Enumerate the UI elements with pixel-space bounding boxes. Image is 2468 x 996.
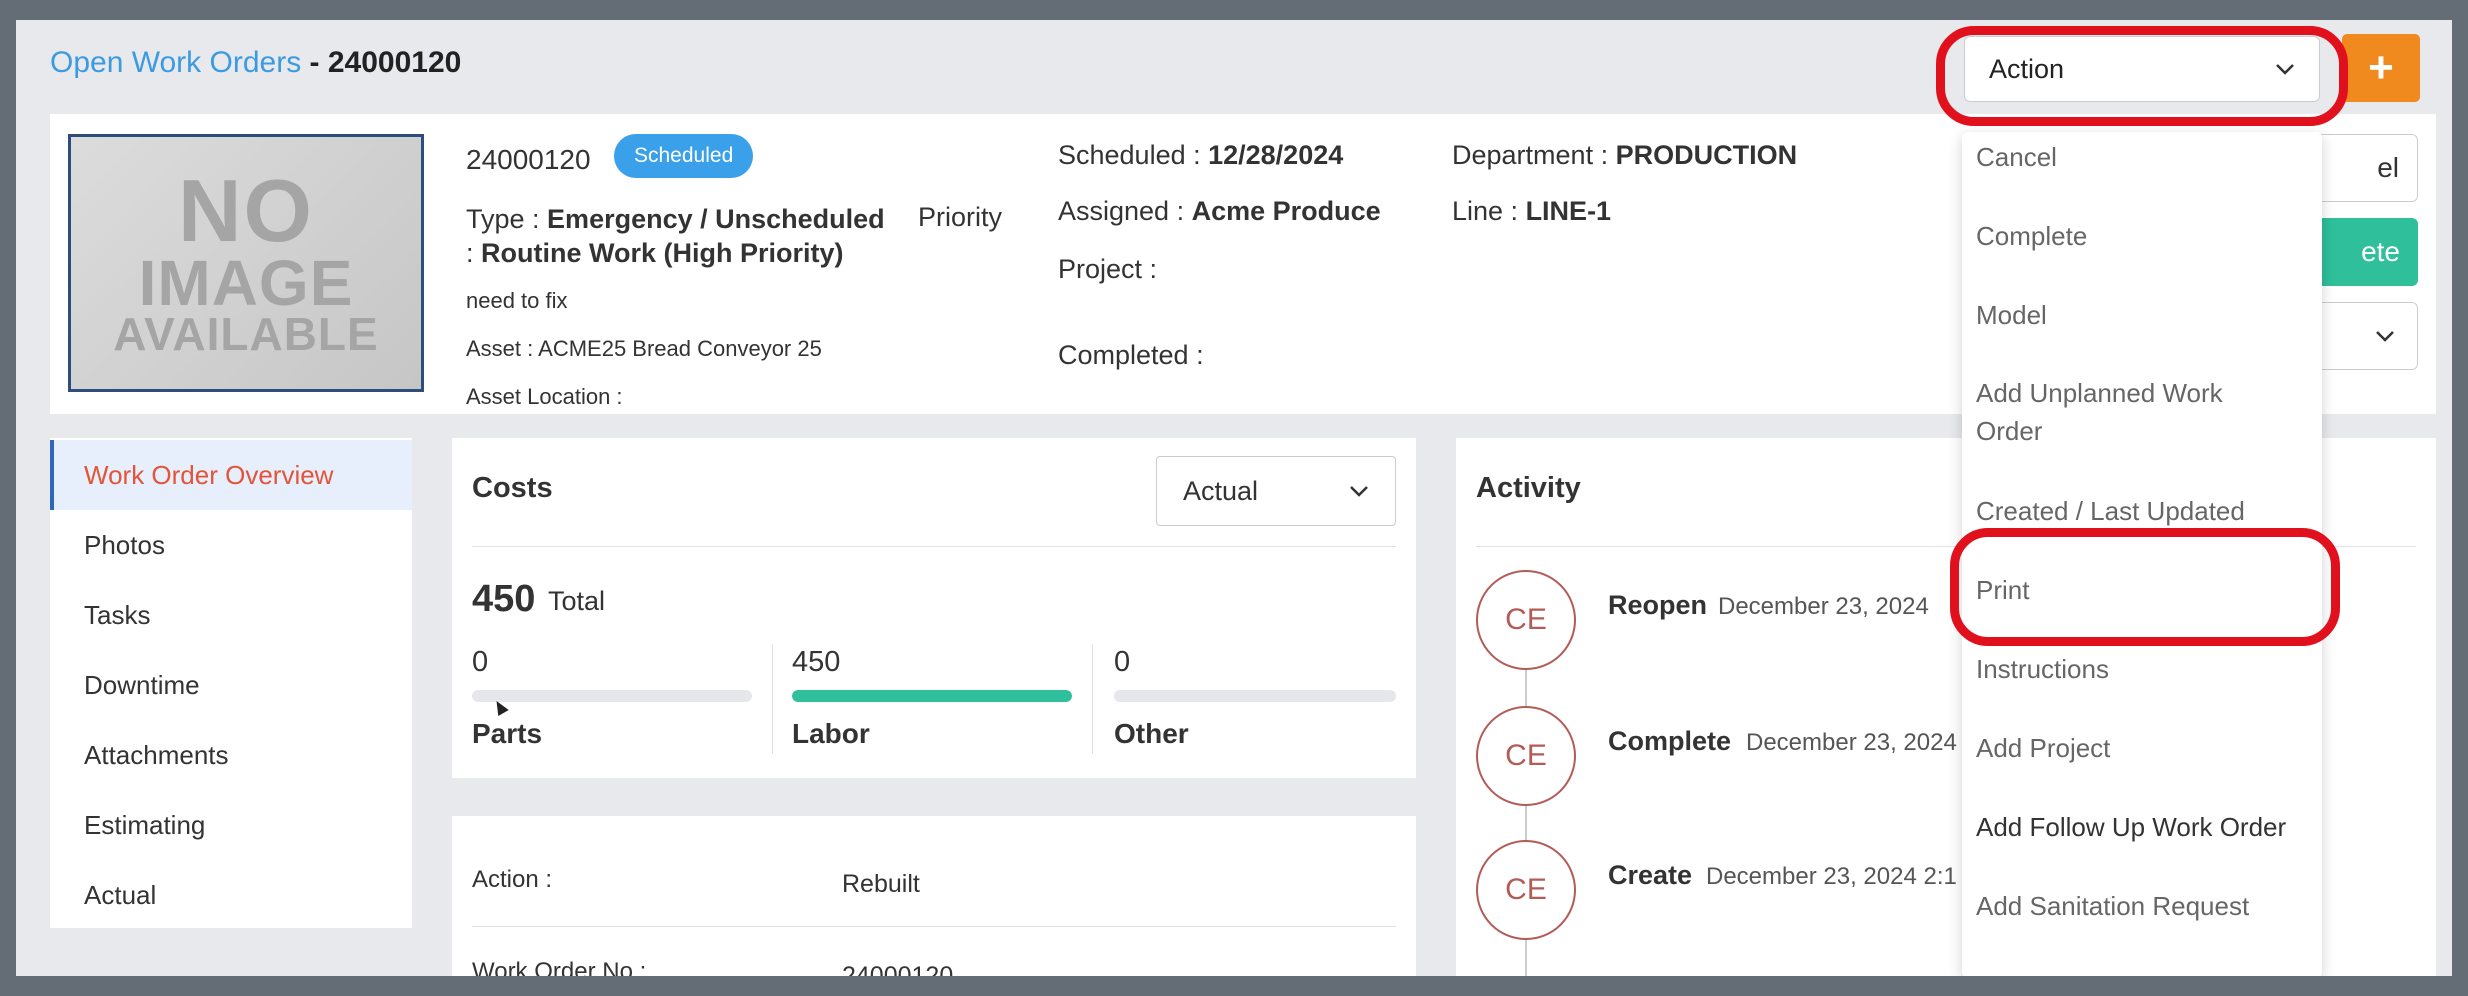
avatar: CE: [1476, 840, 1576, 940]
labor-cost-label: Labor: [792, 718, 870, 749]
department-label: Department :: [1452, 140, 1616, 170]
work-order-type: Type : Emergency / Unscheduled : Routine…: [466, 202, 906, 270]
menu-item-complete[interactable]: Complete: [1976, 217, 2087, 255]
status-badge: Scheduled: [614, 134, 754, 178]
assigned-label: Assigned :: [1058, 196, 1192, 226]
activity-action: Create: [1608, 860, 1693, 890]
priority-label: Priority: [918, 202, 1003, 232]
sidebar-item-tasks[interactable]: Tasks: [50, 580, 412, 650]
scheduled-field: Scheduled : 12/28/2024: [1058, 140, 1343, 171]
avatar: CE: [1476, 570, 1576, 670]
chevron-down-icon: [1350, 486, 1368, 497]
assigned-value: Acme Produce: [1191, 196, 1381, 226]
divider: [772, 644, 773, 754]
sidebar-item-downtime[interactable]: Downtime: [50, 650, 412, 720]
asset-label: Asset : ACME25 Bread Conveyor 25: [466, 336, 822, 361]
menu-item-add-project[interactable]: Add Project: [1976, 729, 2110, 767]
detail-work-order-no-label: Work Order No :: [472, 958, 647, 976]
activity-action: Reopen: [1608, 590, 1708, 620]
department-value: PRODUCTION: [1615, 140, 1798, 170]
select-obscured[interactable]: [2306, 302, 2418, 370]
menu-item-created-last-updated[interactable]: Created / Last Updated: [1976, 492, 2245, 530]
no-image-placeholder: NO IMAGE AVAILABLE: [68, 134, 424, 392]
other-cost-bar: [1114, 690, 1396, 702]
costs-total-value: 450: [472, 578, 536, 620]
breadcrumb: Open Work Orders - 24000120: [50, 46, 461, 80]
breadcrumb-open-work-orders[interactable]: Open Work Orders: [50, 46, 301, 79]
costs-type-select[interactable]: Actual: [1156, 456, 1396, 526]
line-label: Line :: [1452, 196, 1526, 226]
project-label: Project :: [1058, 254, 1158, 284]
department-field: Department : PRODUCTION: [1452, 140, 1797, 171]
sidebar-item-actual[interactable]: Actual: [50, 860, 412, 930]
sidebar-item-estimating[interactable]: Estimating: [50, 790, 412, 860]
cancel-button-obscured[interactable]: el: [2306, 134, 2418, 202]
scheduled-value: 12/28/2024: [1208, 140, 1344, 170]
page-title-work-order-number: 24000120: [327, 46, 462, 79]
sidebar-item-work-order-overview[interactable]: Work Order Overview: [50, 440, 412, 510]
annotation-highlight-action: [1936, 26, 2348, 126]
parts-cost-value: 0: [472, 646, 489, 678]
type-value: Emergency / Unscheduled: [547, 204, 885, 234]
app-frame: Open Work Orders - 24000120 Action + NO …: [16, 20, 2452, 976]
other-cost-value: 0: [1114, 646, 1131, 678]
line-field: Line : LINE-1: [1452, 196, 1611, 227]
no-image-text-2: IMAGE: [138, 246, 354, 319]
details-card: [452, 816, 1416, 976]
annotation-highlight-print: [1950, 528, 2340, 646]
menu-item-add-sanitation-request[interactable]: Add Sanitation Request: [1976, 887, 2249, 925]
type-value-secondary: Routine Work (High Priority): [481, 238, 844, 268]
work-order-description: need to fix: [466, 288, 568, 313]
menu-item-model[interactable]: Model: [1976, 296, 2047, 334]
avatar: CE: [1476, 706, 1576, 806]
costs-title: Costs: [472, 472, 553, 504]
type-separator: :: [466, 238, 482, 268]
detail-action-label: Action :: [472, 866, 553, 893]
activity-date: December 23, 2024: [1746, 729, 1957, 756]
chevron-down-icon: [2376, 331, 2394, 342]
divider: [472, 546, 1396, 547]
detail-action-value: Rebuilt: [842, 870, 920, 898]
labor-cost-bar: [792, 690, 1072, 702]
add-button[interactable]: +: [2342, 34, 2420, 102]
type-label: Type :: [466, 204, 548, 234]
divider: [1092, 644, 1093, 754]
divider: [472, 926, 1396, 927]
no-image-text-3: AVAILABLE: [113, 308, 379, 361]
parts-cost-label: Parts: [472, 718, 543, 749]
menu-item-add-unplanned-work-order[interactable]: Add Unplanned Work: [1976, 374, 2223, 412]
assigned-field: Assigned : Acme Produce: [1058, 196, 1381, 227]
breadcrumb-separator: -: [301, 46, 328, 79]
menu-item-add-follow-up-work-order[interactable]: Add Follow Up Work Order: [1976, 808, 2286, 846]
scheduled-label: Scheduled :: [1058, 140, 1209, 170]
menu-item-add-unplanned-work-order-line2[interactable]: Order: [1976, 412, 2042, 450]
complete-button-obscured[interactable]: ete: [2306, 218, 2418, 286]
menu-item-instructions[interactable]: Instructions: [1976, 650, 2109, 688]
activity-title: Activity: [1476, 472, 1581, 504]
no-image-text-1: NO: [178, 160, 314, 260]
activity-date: December 23, 2024 2:1: [1706, 863, 1957, 890]
activity-date: December 23, 2024: [1718, 593, 1929, 620]
sidebar-item-attachments[interactable]: Attachments: [50, 720, 412, 790]
completed-label: Completed :: [1058, 340, 1204, 370]
labor-cost-bar-fill: [792, 690, 1072, 702]
asset-location-label: Asset Location :: [466, 384, 623, 409]
sidebar-item-photos[interactable]: Photos: [50, 510, 412, 580]
costs-total-label: Total: [548, 586, 606, 616]
parts-cost-bar: [472, 690, 752, 702]
detail-work-order-no-value: 24000120: [842, 962, 954, 976]
costs-type-select-value: Actual: [1183, 475, 1259, 506]
menu-item-cancel[interactable]: Cancel: [1976, 138, 2057, 176]
labor-cost-value: 450: [792, 646, 841, 678]
sidebar: Work Order Overview Photos Tasks Downtim…: [50, 438, 412, 928]
work-order-number: 24000120: [466, 144, 591, 175]
line-value: LINE-1: [1525, 196, 1612, 226]
other-cost-label: Other: [1114, 718, 1189, 749]
activity-action: Complete: [1608, 726, 1732, 756]
